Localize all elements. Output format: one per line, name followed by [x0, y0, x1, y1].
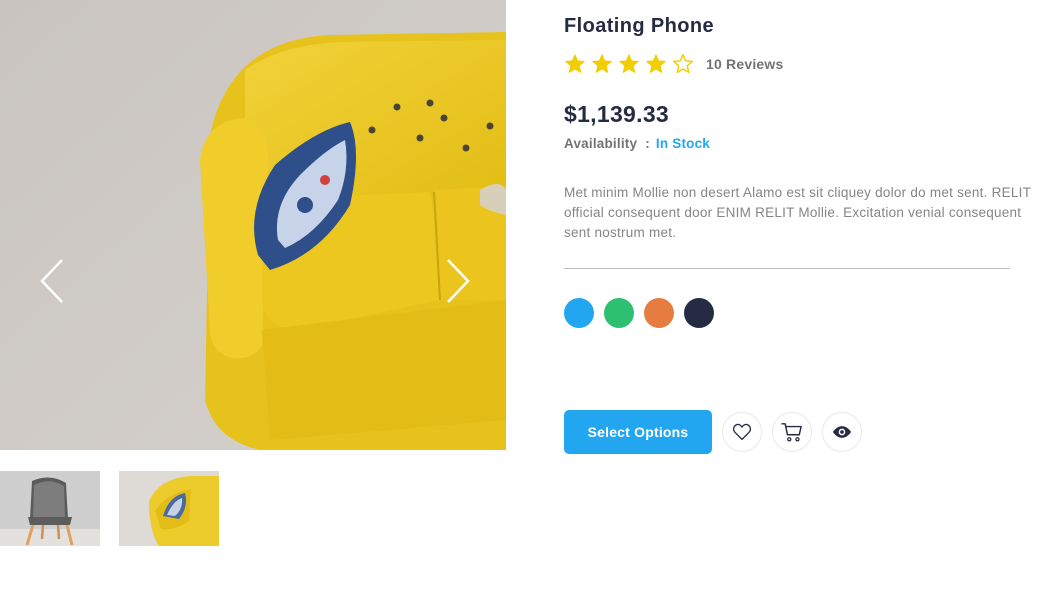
product-details: Floating Phone 10 Reviews $1,139.33 Avai…: [564, 0, 1034, 454]
cart-icon: [781, 423, 802, 442]
heart-icon: [732, 423, 752, 441]
availability-row: Availability : In Stock: [564, 136, 1034, 151]
yellow-sofa-photo: [0, 0, 506, 450]
wishlist-button[interactable]: [722, 412, 762, 452]
previous-image-button[interactable]: [34, 255, 70, 307]
availability-label: Availability: [564, 136, 638, 151]
select-options-button[interactable]: Select Options: [564, 410, 712, 454]
star-filled-icon: [592, 54, 612, 73]
thumbnail-list: [0, 471, 219, 546]
color-swatch-1[interactable]: [564, 298, 594, 328]
color-swatch-3[interactable]: [644, 298, 674, 328]
star-outline-icon: [672, 53, 694, 74]
color-swatch-2[interactable]: [604, 298, 634, 328]
divider: [564, 268, 1010, 269]
product-main-image: [0, 0, 506, 450]
thumbnail-2[interactable]: [119, 471, 219, 546]
eye-icon: [832, 426, 852, 438]
availability-separator: :: [645, 136, 650, 151]
color-swatches: [564, 298, 1034, 328]
product-rating: 10 Reviews: [564, 52, 1034, 76]
star-filled-icon: [646, 54, 666, 73]
patterned-chair-photo: [0, 471, 100, 546]
product-price: $1,139.33: [564, 101, 670, 127]
availability-status: In Stock: [655, 136, 711, 151]
product-detail-page: Floating Phone 10 Reviews $1,139.33 Avai…: [0, 0, 1050, 598]
color-swatch-4[interactable]: [684, 298, 714, 328]
add-to-cart-button[interactable]: [772, 412, 812, 452]
reviews-count[interactable]: 10 Reviews: [706, 56, 784, 72]
product-description: Met minim Mollie non desert Alamo est si…: [564, 185, 1031, 240]
product-title: Floating Phone: [564, 15, 715, 37]
yellow-sofa-photo: [119, 471, 219, 546]
thumbnail-1[interactable]: [0, 471, 100, 546]
chevron-right-icon: [447, 259, 470, 303]
chevron-left-icon: [40, 259, 63, 303]
quick-view-button[interactable]: [822, 412, 862, 452]
product-actions: Select Options: [564, 410, 1034, 454]
star-filled-icon: [565, 54, 585, 73]
next-image-button[interactable]: [440, 255, 476, 307]
star-filled-icon: [619, 54, 639, 73]
star-rating: [564, 53, 694, 75]
